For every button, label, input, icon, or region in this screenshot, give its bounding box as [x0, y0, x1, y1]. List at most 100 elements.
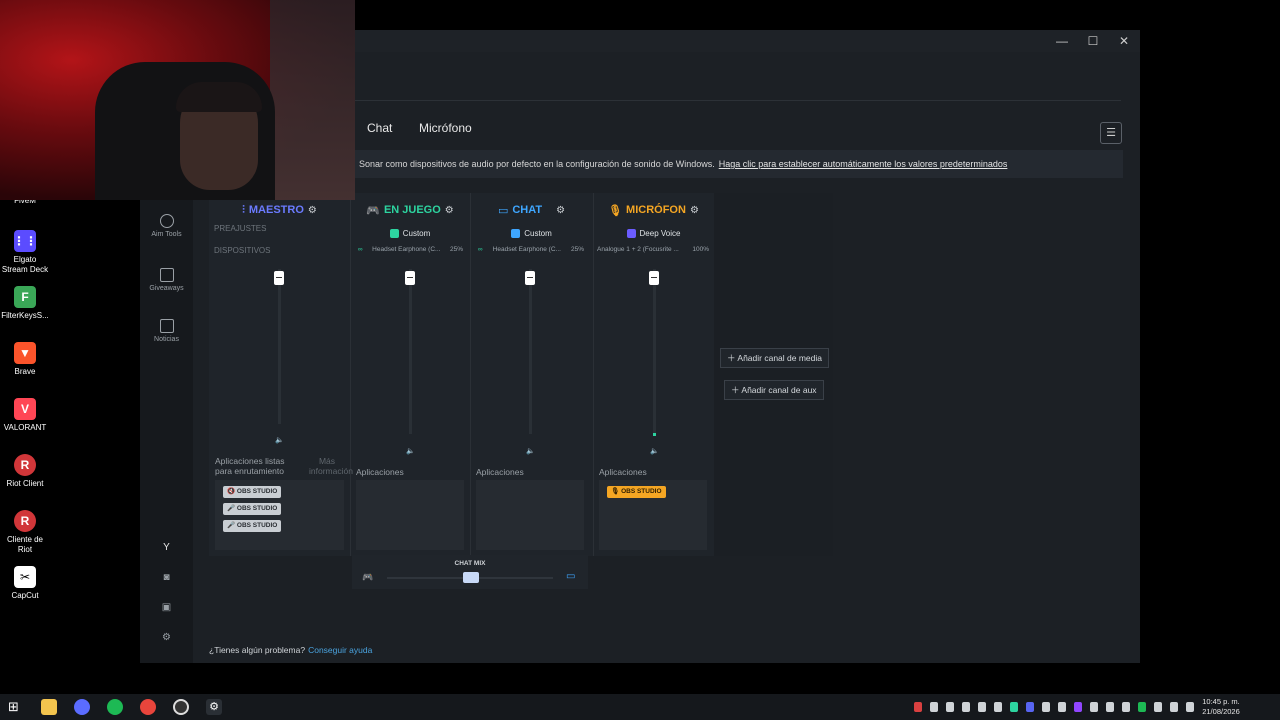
volume-knob-maestro[interactable] — [274, 271, 284, 285]
chat-icon: ▭ — [497, 204, 509, 217]
tray-icon[interactable] — [1058, 702, 1066, 712]
chrome-icon[interactable] — [140, 699, 156, 715]
volume-slider-maestro[interactable] — [278, 269, 281, 424]
add-media-channel-button[interactable]: ＋ Añadir canal de media — [720, 348, 829, 368]
preset-selector-chat[interactable]: Custom — [470, 225, 593, 241]
help-footer: ¿Tienes algún problema? Conseguir ayuda — [209, 645, 373, 655]
volume-icon[interactable] — [1186, 702, 1194, 712]
apps-label: Aplicaciones — [599, 467, 647, 477]
empty-column — [714, 193, 833, 556]
tab-chat[interactable]: Chat — [367, 121, 392, 135]
tray-icon[interactable] — [1154, 702, 1162, 712]
mic-icon: 🎙 — [608, 204, 623, 217]
tray-icon[interactable] — [946, 702, 954, 712]
app-chip[interactable]: 🔇 OBS STUDIO — [223, 486, 282, 498]
aim-tools-icon — [159, 214, 174, 228]
tray-icon[interactable] — [994, 702, 1002, 712]
speaker-icon[interactable]: 🔈 — [275, 436, 284, 444]
tray-icon[interactable] — [1122, 702, 1130, 712]
speaker-icon[interactable]: 🔈 — [526, 447, 535, 455]
tray-icon[interactable] — [978, 702, 986, 712]
gamepad-icon: 🎮 — [362, 572, 374, 582]
desktop-icon-riot-client[interactable]: R Riot Client — [0, 454, 50, 489]
speaker-icon[interactable]: 🔈 — [650, 447, 659, 455]
preset-icon — [511, 228, 521, 238]
app-icon[interactable] — [74, 699, 90, 715]
spotify-tray-icon[interactable] — [1138, 702, 1146, 712]
channel-header-chat: ▭ CHAT ⚙ — [497, 204, 566, 217]
taskbar-clock[interactable]: 10:45 p. m. 21/08/2026 — [1196, 697, 1246, 717]
column-separator — [470, 193, 471, 556]
gear-icon[interactable]: ⚙ — [308, 205, 317, 216]
menu-button[interactable]: ☰ — [1100, 122, 1122, 144]
desktop-icon-stream-deck[interactable]: ⋮⋮ Elgato Stream Deck — [0, 230, 50, 275]
desktop-icon-cliente-riot[interactable]: R Cliente de Riot — [0, 510, 50, 555]
image-icon[interactable]: ▣ — [140, 603, 193, 613]
steelseries-gg-icon[interactable]: ⚙ — [206, 699, 222, 715]
tab-microfono[interactable]: Micrófono — [419, 121, 472, 135]
tray-icon[interactable] — [1042, 702, 1050, 712]
apps-box-chat — [476, 480, 584, 550]
app-chip[interactable]: 🎙 OBS STUDIO — [607, 486, 666, 498]
add-aux-channel-button[interactable]: ＋ Añadir canal de aux — [724, 380, 824, 400]
obs-icon[interactable] — [173, 699, 189, 715]
tray-icon[interactable] — [1074, 702, 1082, 712]
rail-item-noticias[interactable]: Noticias — [140, 319, 193, 344]
volume-knob-microfono[interactable] — [649, 271, 659, 285]
apps-label: Aplicaciones — [476, 467, 524, 477]
speaker-icon[interactable]: 🔈 — [406, 447, 415, 455]
app-chip[interactable]: 🎤 OBS STUDIO — [223, 520, 282, 532]
brave-icon: ▼ — [14, 342, 36, 364]
tray-icon[interactable] — [930, 702, 938, 712]
column-separator — [593, 193, 594, 556]
controller-icon[interactable]: ◙ — [140, 573, 193, 583]
tray-icon[interactable] — [1106, 702, 1114, 712]
mixer-panel: PREAJUSTES DISPOSITIVOS ⫶ MAESTRO ⚙ 🔈 Ap… — [209, 193, 833, 556]
set-defaults-link[interactable]: Haga clic para establecer automáticament… — [719, 159, 1008, 169]
volume-track-chat[interactable] — [529, 269, 532, 434]
channel-header-microfono: 🎙 MICRÓFON ⚙ — [608, 204, 699, 217]
more-info-link[interactable]: Más información — [309, 456, 353, 476]
tray-icon[interactable] — [1090, 702, 1098, 712]
device-selector-en-juego[interactable]: ∞ Headset Earphone (C... 25% — [358, 246, 463, 253]
volume-knob-en-juego[interactable] — [405, 271, 415, 285]
minimize-button[interactable]: — — [1052, 33, 1072, 49]
sliders-icon: ⫶ — [242, 203, 245, 216]
network-icon[interactable] — [1170, 702, 1178, 712]
volume-track-microfono[interactable] — [653, 269, 656, 434]
desktop-icon-filterkeys[interactable]: F FilterKeysS... — [0, 286, 50, 321]
preset-selector-microfono[interactable]: Deep Voice — [593, 225, 714, 241]
tray-icon[interactable] — [962, 702, 970, 712]
hamburger-icon: ☰ — [1106, 127, 1116, 139]
maximize-button[interactable]: ☐ — [1083, 33, 1103, 49]
gear-icon[interactable]: ⚙ — [445, 205, 454, 216]
link-icon: ∞ — [478, 246, 483, 253]
gear-icon[interactable]: ⚙ — [556, 205, 565, 216]
preset-selector-en-juego[interactable]: Custom — [350, 225, 470, 241]
get-help-link[interactable]: Conseguir ayuda — [308, 645, 372, 655]
settings-icon[interactable]: ⚙ — [140, 633, 193, 643]
rail-item-profile[interactable]: Y — [140, 543, 193, 553]
volume-knob-chat[interactable] — [525, 271, 535, 285]
rail-item-aim-tools[interactable]: Aim Tools — [140, 214, 193, 239]
background-shelf — [270, 0, 355, 200]
chat-mix-knob[interactable] — [463, 572, 479, 583]
rail-item-giveaways[interactable]: Giveaways — [140, 268, 193, 293]
file-explorer-icon[interactable] — [41, 699, 57, 715]
desktop-icon-brave[interactable]: ▼ Brave — [0, 342, 50, 377]
tray-icon[interactable] — [1010, 702, 1018, 712]
taskbar: ⊞ ⚙ 10:45 p. m. 21/08/2026 — [0, 694, 1280, 720]
device-selector-microfono[interactable]: Analogue 1 + 2 (Focusrite ... 100% — [597, 246, 709, 253]
link-icon: ∞ — [358, 246, 363, 253]
close-button[interactable]: ✕ — [1114, 33, 1134, 49]
desktop-icon-valorant[interactable]: V VALORANT — [0, 398, 50, 433]
app-chip[interactable]: 🎤 OBS STUDIO — [223, 503, 282, 515]
start-icon[interactable]: ⊞ — [8, 699, 24, 715]
discord-tray-icon[interactable] — [1026, 702, 1034, 712]
device-selector-chat[interactable]: ∞ Headset Earphone (C... 25% — [478, 246, 584, 253]
mic-tray-icon[interactable] — [914, 702, 922, 712]
gear-icon[interactable]: ⚙ — [690, 205, 699, 216]
volume-track-en-juego[interactable] — [409, 269, 412, 434]
desktop-icon-capcut[interactable]: ✂ CapCut — [0, 566, 50, 601]
spotify-icon[interactable] — [107, 699, 123, 715]
